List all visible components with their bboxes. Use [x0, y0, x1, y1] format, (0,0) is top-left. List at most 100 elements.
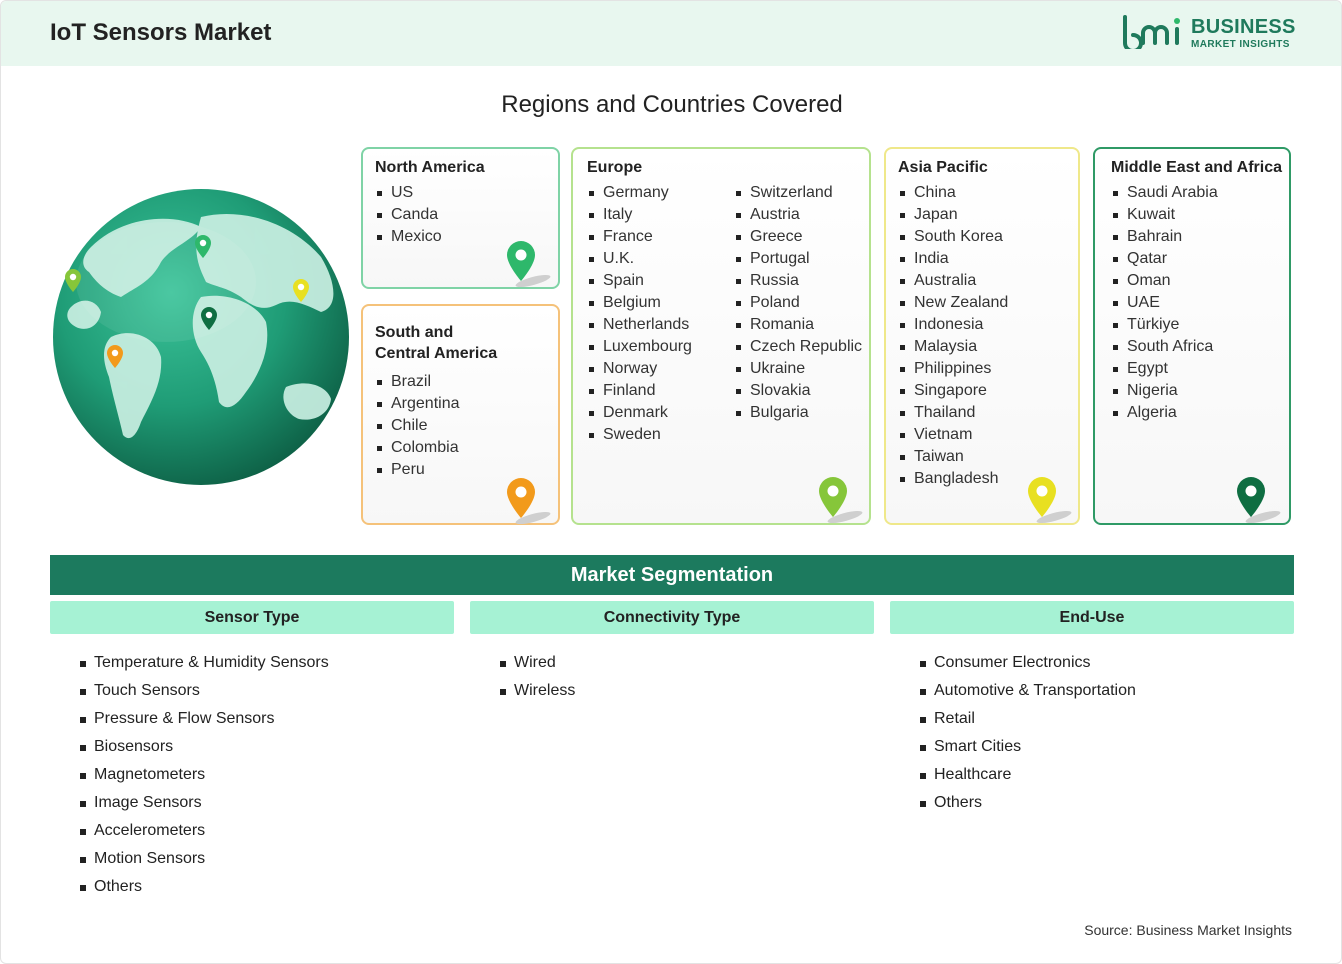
- country-item: Finland: [587, 380, 692, 402]
- segment-item: Image Sensors: [80, 789, 329, 817]
- segment-heading-connectivity-type: Connectivity Type: [470, 601, 874, 634]
- country-item: New Zealand: [898, 292, 1008, 314]
- country-item: Malaysia: [898, 336, 1008, 358]
- segment-list-sensor-type: Temperature & Humidity Sensors Touch Sen…: [80, 649, 329, 901]
- country-item: Mexico: [375, 226, 442, 248]
- region-name: Middle East and Africa: [1111, 159, 1282, 176]
- country-item: U.K.: [587, 248, 692, 270]
- region-name-line2: Central America: [375, 345, 498, 362]
- logo-text-business: BUSINESS: [1191, 16, 1296, 38]
- segment-heading-sensor-type: Sensor Type: [50, 601, 454, 634]
- country-item: Austria: [734, 204, 862, 226]
- country-item: South Africa: [1111, 336, 1218, 358]
- country-item: Australia: [898, 270, 1008, 292]
- regions-title: Regions and Countries Covered: [501, 91, 843, 118]
- bmi-logo-mark: [1123, 15, 1180, 53]
- logo-text-market-insights: MARKET INSIGHTS: [1191, 39, 1290, 50]
- country-item: Saudi Arabia: [1111, 182, 1218, 204]
- map-pin-icon: [1237, 477, 1281, 524]
- country-item: Greece: [734, 226, 862, 248]
- country-item: Colombia: [375, 437, 460, 459]
- segment-item: Motion Sensors: [80, 845, 329, 873]
- segment-item: Smart Cities: [920, 733, 1136, 761]
- country-item: Romania: [734, 314, 862, 336]
- country-item: Bahrain: [1111, 226, 1218, 248]
- segment-item: Wireless: [500, 677, 575, 705]
- country-item: US: [375, 182, 442, 204]
- segment-item: Biosensors: [80, 733, 329, 761]
- country-list: Brazil Argentina Chile Colombia Peru: [375, 371, 460, 481]
- map-pin-icon: [819, 477, 863, 524]
- segment-item: Others: [80, 873, 329, 901]
- country-item: Portugal: [734, 248, 862, 270]
- region-card-middle-east-africa: Middle East and Africa Saudi Arabia Kuwa…: [1093, 147, 1291, 525]
- country-item: Oman: [1111, 270, 1218, 292]
- country-item: Belgium: [587, 292, 692, 314]
- country-list-col2: Switzerland Austria Greece Portugal Russ…: [734, 182, 862, 424]
- segmentation-title-bar: Market Segmentation: [50, 555, 1294, 595]
- country-item: Thailand: [898, 402, 1008, 424]
- bmi-logo: BUSINESS MARKET INSIGHTS: [1121, 15, 1301, 55]
- segment-item: Pressure & Flow Sensors: [80, 705, 329, 733]
- segment-list-connectivity-type: Wired Wireless: [500, 649, 575, 705]
- segment-heading-end-use: End-Use: [890, 601, 1294, 634]
- globe-pin-icon-lightgreen: [65, 269, 81, 292]
- country-item: Luxembourg: [587, 336, 692, 358]
- segment-item: Accelerometers: [80, 817, 329, 845]
- country-list: US Canda Mexico: [375, 182, 442, 248]
- country-item: India: [898, 248, 1008, 270]
- country-item: Vietnam: [898, 424, 1008, 446]
- country-item: Czech Republic: [734, 336, 862, 358]
- country-item: South Korea: [898, 226, 1008, 248]
- infographic-frame: IoT Sensors Market BUSINESS MARKET INSIG…: [0, 0, 1342, 964]
- segment-item: Consumer Electronics: [920, 649, 1136, 677]
- country-item: Italy: [587, 204, 692, 226]
- country-item: Türkiye: [1111, 314, 1218, 336]
- country-item: Sweden: [587, 424, 692, 446]
- region-name-line1: South and: [375, 324, 454, 341]
- country-item: Japan: [898, 204, 1008, 226]
- country-item: Brazil: [375, 371, 460, 393]
- country-item: Slovakia: [734, 380, 862, 402]
- country-item: Bangladesh: [898, 468, 1008, 490]
- segment-item: Healthcare: [920, 761, 1136, 789]
- country-list-col1: Germany Italy France U.K. Spain Belgium …: [587, 182, 692, 446]
- globe-pin-icon-darkgreen: [201, 307, 217, 330]
- country-item: Denmark: [587, 402, 692, 424]
- header-bar: IoT Sensors Market BUSINESS MARKET INSIG…: [1, 1, 1341, 66]
- segment-item: Temperature & Humidity Sensors: [80, 649, 329, 677]
- country-item: Russia: [734, 270, 862, 292]
- country-item: China: [898, 182, 1008, 204]
- globe-pin-icon-yellow: [293, 279, 309, 302]
- page-title: IoT Sensors Market: [50, 19, 272, 46]
- segment-item: Magnetometers: [80, 761, 329, 789]
- region-card-south-central-america: South and Central America Brazil Argenti…: [361, 304, 560, 525]
- country-item: Philippines: [898, 358, 1008, 380]
- segment-item: Automotive & Transportation: [920, 677, 1136, 705]
- country-item: Peru: [375, 459, 460, 481]
- country-item: Singapore: [898, 380, 1008, 402]
- country-list: Saudi Arabia Kuwait Bahrain Qatar Oman U…: [1111, 182, 1218, 424]
- country-item: Norway: [587, 358, 692, 380]
- country-item: Indonesia: [898, 314, 1008, 336]
- country-item: Chile: [375, 415, 460, 437]
- map-pin-icon: [1028, 477, 1072, 524]
- country-item: UAE: [1111, 292, 1218, 314]
- globe-pin-icon-green: [195, 235, 211, 258]
- country-item: Germany: [587, 182, 692, 204]
- country-item: Bulgaria: [734, 402, 862, 424]
- segment-item: Retail: [920, 705, 1136, 733]
- country-item: Poland: [734, 292, 862, 314]
- country-item: Ukraine: [734, 358, 862, 380]
- country-item: Switzerland: [734, 182, 862, 204]
- region-name: Europe: [587, 159, 643, 176]
- region-name: North America: [375, 159, 485, 176]
- region-name: South and Central America: [375, 322, 497, 364]
- segment-item: Others: [920, 789, 1136, 817]
- segment-item: Wired: [500, 649, 575, 677]
- globe-illustration: [51, 187, 351, 487]
- country-item: France: [587, 226, 692, 248]
- country-item: Algeria: [1111, 402, 1218, 424]
- source-note: Source: Business Market Insights: [1084, 922, 1292, 938]
- segment-item: Touch Sensors: [80, 677, 329, 705]
